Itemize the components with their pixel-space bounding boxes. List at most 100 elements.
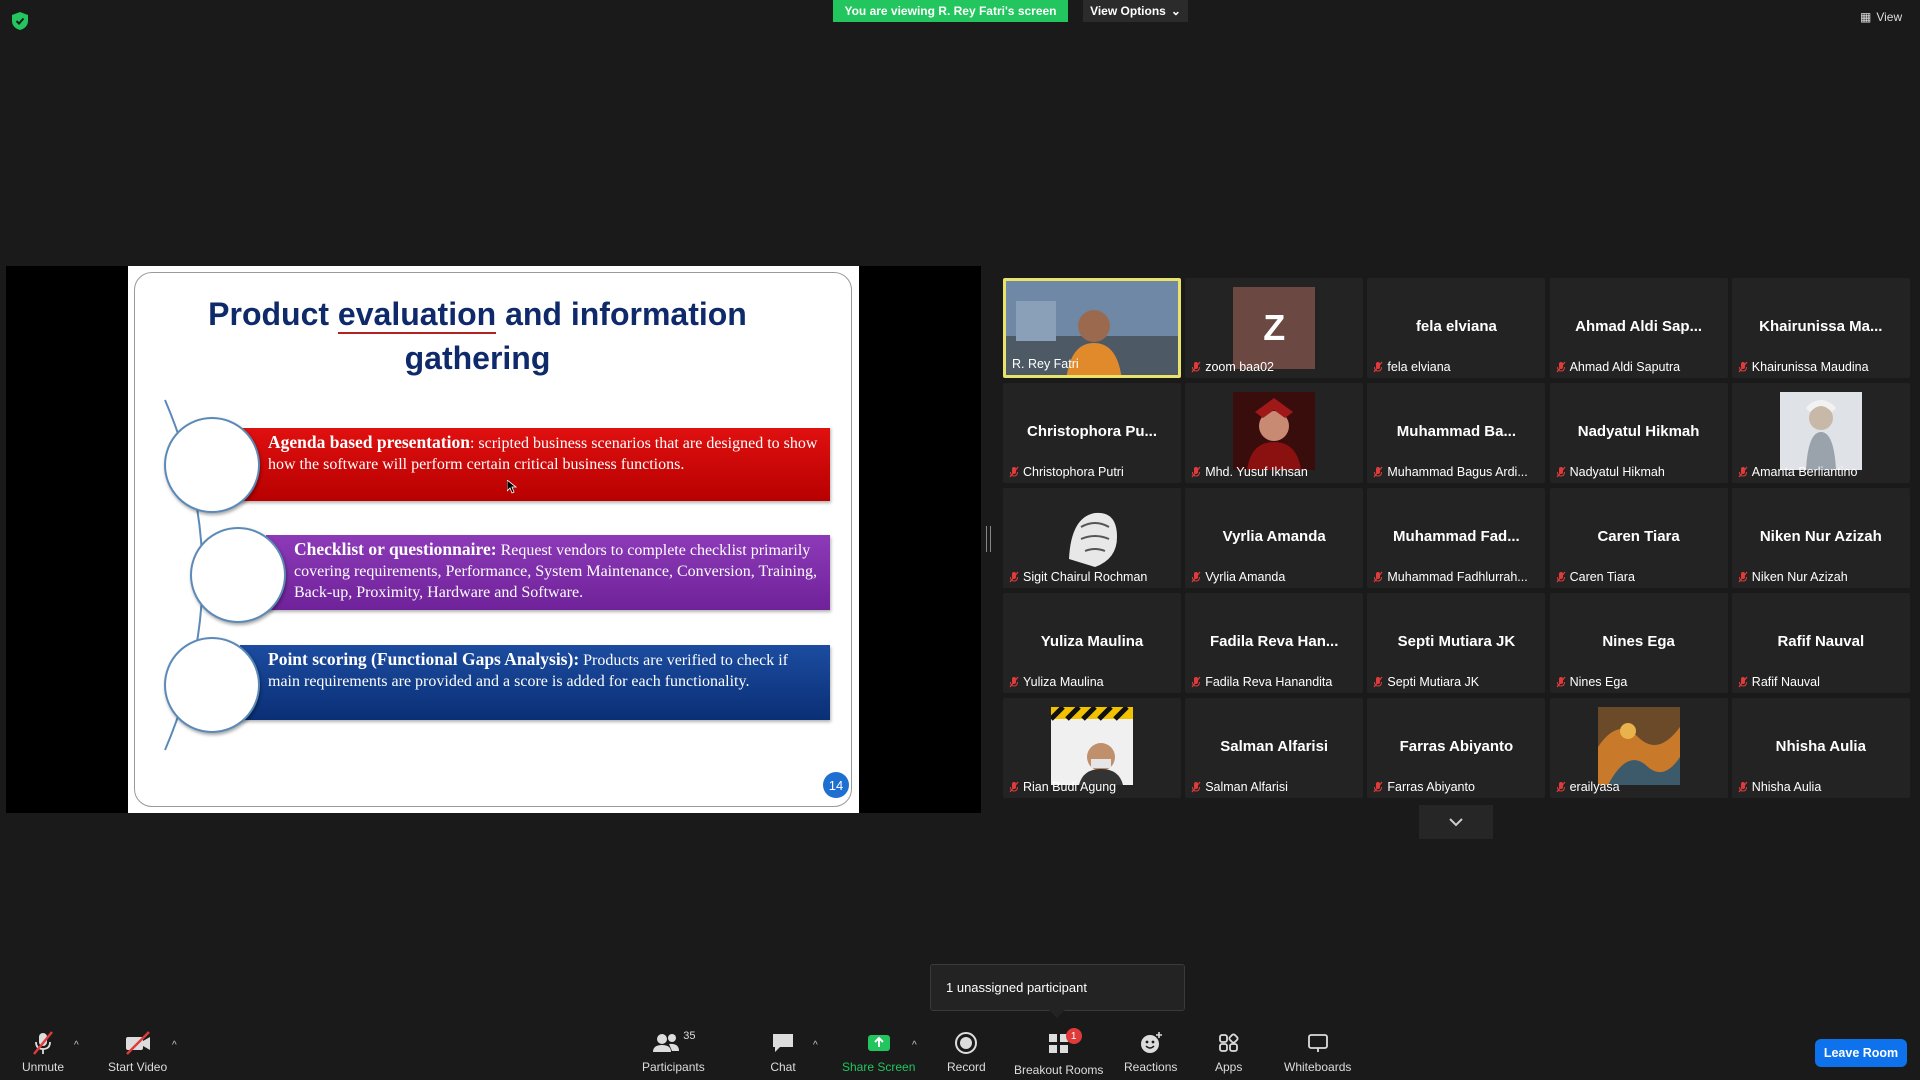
split-view-resize-handle[interactable] bbox=[986, 526, 991, 552]
unmute-label: Unmute bbox=[22, 1060, 65, 1074]
microphone-muted-icon bbox=[1738, 466, 1748, 478]
participant-tile[interactable]: Zzoom baa02 bbox=[1185, 278, 1364, 378]
participant-tile[interactable]: Yuliza Maulina Yuliza Maulina bbox=[1003, 593, 1181, 693]
slide-item-agenda: Agenda based presentation: scripted busi… bbox=[240, 426, 830, 501]
grid-icon: ▦ bbox=[1860, 10, 1872, 24]
participant-name: Muhammad Bagus Ardi... bbox=[1387, 465, 1528, 479]
participant-tile[interactable]: Salman Alfarisi Salman Alfarisi bbox=[1185, 698, 1364, 798]
record-button[interactable]: Record bbox=[947, 1030, 986, 1074]
participant-tile[interactable]: Amanta Berliantino bbox=[1731, 383, 1910, 483]
microphone-muted-icon bbox=[1373, 781, 1383, 793]
share-screen-label: Share Screen bbox=[842, 1060, 916, 1074]
slide-circle-3 bbox=[164, 637, 260, 733]
participant-name-label: Vyrlia Amanda bbox=[1191, 570, 1285, 584]
participant-name-label: Farras Abiyanto bbox=[1373, 780, 1475, 794]
chat-bubble-icon bbox=[773, 1034, 793, 1052]
participant-name-label: Salman Alfarisi bbox=[1191, 780, 1288, 794]
participant-display-name: Christophora Pu... bbox=[1026, 423, 1157, 440]
reactions-label: Reactions bbox=[1124, 1060, 1178, 1074]
participant-tile[interactable]: Christophora Pu... Christophora Putri bbox=[1003, 383, 1181, 483]
microphone-muted-icon bbox=[1738, 676, 1748, 688]
participant-display-name: Muhammad Ba... bbox=[1396, 423, 1516, 440]
microphone-muted-icon bbox=[1009, 571, 1019, 583]
participant-tile[interactable]: Nhisha Aulia Nhisha Aulia bbox=[1731, 698, 1910, 798]
participant-name: Christophora Putri bbox=[1023, 465, 1124, 479]
chat-options-caret[interactable]: ^ bbox=[813, 1040, 818, 1051]
breakout-rooms-button[interactable]: 1 Breakout Rooms bbox=[1014, 1028, 1103, 1077]
share-options-caret[interactable]: ^ bbox=[912, 1040, 917, 1051]
participant-tile[interactable]: erailyasa bbox=[1549, 698, 1728, 798]
participant-display-name: Caren Tiara bbox=[1597, 528, 1680, 545]
unmute-button[interactable]: Unmute bbox=[22, 1030, 64, 1074]
participant-tile[interactable]: R. Rey Fatri bbox=[1003, 278, 1181, 378]
participant-name: Amanta Berliantino bbox=[1751, 465, 1858, 479]
record-icon bbox=[955, 1032, 978, 1054]
participant-tile[interactable]: Sigit Chairul Rochman bbox=[1003, 488, 1181, 588]
gallery-next-page-button[interactable] bbox=[1419, 805, 1493, 839]
unassigned-participant-tooltip[interactable]: 1 unassigned participant bbox=[930, 964, 1185, 1018]
video-options-caret[interactable]: ^ bbox=[172, 1040, 177, 1051]
share-screen-button[interactable]: Share Screen bbox=[842, 1030, 915, 1074]
participants-count: 35 bbox=[683, 1030, 696, 1042]
participant-tile[interactable]: fela elviana fela elviana bbox=[1367, 278, 1546, 378]
view-options-button[interactable]: View Options ⌄ bbox=[1083, 0, 1188, 22]
participant-tile[interactable]: Nines Ega Nines Ega bbox=[1549, 593, 1728, 693]
microphone-muted-icon bbox=[1373, 571, 1383, 583]
audio-options-caret[interactable]: ^ bbox=[74, 1040, 79, 1051]
participant-tile[interactable]: Niken Nur Azizah Niken Nur Azizah bbox=[1731, 488, 1910, 588]
participant-name-label: Muhammad Fadhlurrah... bbox=[1373, 570, 1528, 584]
participant-name-label: Ahmad Aldi Saputra bbox=[1556, 360, 1680, 374]
slide-title-part1: Product bbox=[208, 296, 338, 332]
chat-button[interactable]: Chat bbox=[770, 1030, 796, 1074]
microphone-muted-icon bbox=[1191, 361, 1201, 373]
chat-label: Chat bbox=[770, 1060, 796, 1074]
video-camera-off-icon bbox=[125, 1031, 150, 1055]
participant-display-name: Nhisha Aulia bbox=[1775, 738, 1866, 755]
microphone-muted-icon bbox=[1738, 361, 1748, 373]
microphone-muted-icon bbox=[1191, 571, 1201, 583]
participant-name: Niken Nur Azizah bbox=[1751, 570, 1848, 584]
microphone-muted-icon bbox=[1556, 571, 1566, 583]
view-button[interactable]: ▦ View bbox=[1860, 10, 1902, 24]
apps-button[interactable]: Apps bbox=[1215, 1030, 1242, 1074]
participant-tile[interactable]: Septi Mutiara JK Septi Mutiara JK bbox=[1367, 593, 1546, 693]
whiteboards-button[interactable]: Whiteboards bbox=[1284, 1030, 1351, 1074]
participant-name: Sigit Chairul Rochman bbox=[1023, 570, 1148, 584]
participant-tile[interactable]: Rafif Nauval Rafif Nauval bbox=[1731, 593, 1910, 693]
participant-tile[interactable]: Farras Abiyanto Farras Abiyanto bbox=[1367, 698, 1546, 798]
participant-display-name: Farras Abiyanto bbox=[1399, 738, 1514, 755]
reactions-button[interactable]: Reactions bbox=[1124, 1030, 1177, 1074]
participant-name-label: Niken Nur Azizah bbox=[1738, 570, 1848, 584]
participants-button[interactable]: 35 Participants bbox=[642, 1030, 705, 1074]
participant-display-name: Nines Ega bbox=[1602, 633, 1675, 650]
microphone-muted-icon bbox=[1556, 781, 1566, 793]
participant-tile[interactable]: Muhammad Ba... Muhammad Bagus Ardi... bbox=[1367, 383, 1546, 483]
participant-display-name: Rafif Nauval bbox=[1777, 633, 1865, 650]
microphone-muted-icon bbox=[1191, 781, 1201, 793]
participant-name: Muhammad Fadhlurrah... bbox=[1387, 570, 1528, 584]
whiteboards-label: Whiteboards bbox=[1284, 1060, 1352, 1074]
participant-name: fela elviana bbox=[1387, 360, 1451, 374]
participant-name: Farras Abiyanto bbox=[1387, 780, 1475, 794]
microphone-muted-icon bbox=[1009, 676, 1019, 688]
slide-title-line2: gathering bbox=[404, 340, 551, 376]
start-video-button[interactable]: Start Video bbox=[108, 1030, 167, 1074]
slide-item-2-heading: Checklist or questionnaire: bbox=[294, 539, 497, 559]
participant-tile[interactable]: Rian Budi Agung bbox=[1003, 698, 1181, 798]
participant-tile[interactable]: Nadyatul Hikmah Nadyatul Hikmah bbox=[1549, 383, 1728, 483]
participant-tile[interactable]: Fadila Reva Han... Fadila Reva Hanandita bbox=[1185, 593, 1364, 693]
participant-tile[interactable]: Muhammad Fad... Muhammad Fadhlurrah... bbox=[1367, 488, 1546, 588]
participant-tile[interactable]: Khairunissa Ma... Khairunissa Maudina bbox=[1731, 278, 1910, 378]
participant-tile[interactable]: Mhd. Yusuf Ikhsan bbox=[1185, 383, 1364, 483]
participant-display-name: Nadyatul Hikmah bbox=[1577, 423, 1700, 440]
participant-name-label: Sigit Chairul Rochman bbox=[1009, 570, 1147, 584]
whiteboard-icon bbox=[1307, 1034, 1328, 1052]
participant-name: erailyasa bbox=[1569, 780, 1620, 794]
participant-tile[interactable]: Ahmad Aldi Sap... Ahmad Aldi Saputra bbox=[1549, 278, 1728, 378]
participant-display-name: Septi Mutiara JK bbox=[1397, 633, 1516, 650]
participant-display-name: Ahmad Aldi Sap... bbox=[1575, 318, 1703, 335]
leave-room-button[interactable]: Leave Room bbox=[1815, 1039, 1907, 1067]
participant-tile[interactable]: Vyrlia Amanda Vyrlia Amanda bbox=[1185, 488, 1364, 588]
participant-tile[interactable]: Caren Tiara Caren Tiara bbox=[1549, 488, 1728, 588]
encryption-shield-icon[interactable] bbox=[12, 12, 28, 30]
